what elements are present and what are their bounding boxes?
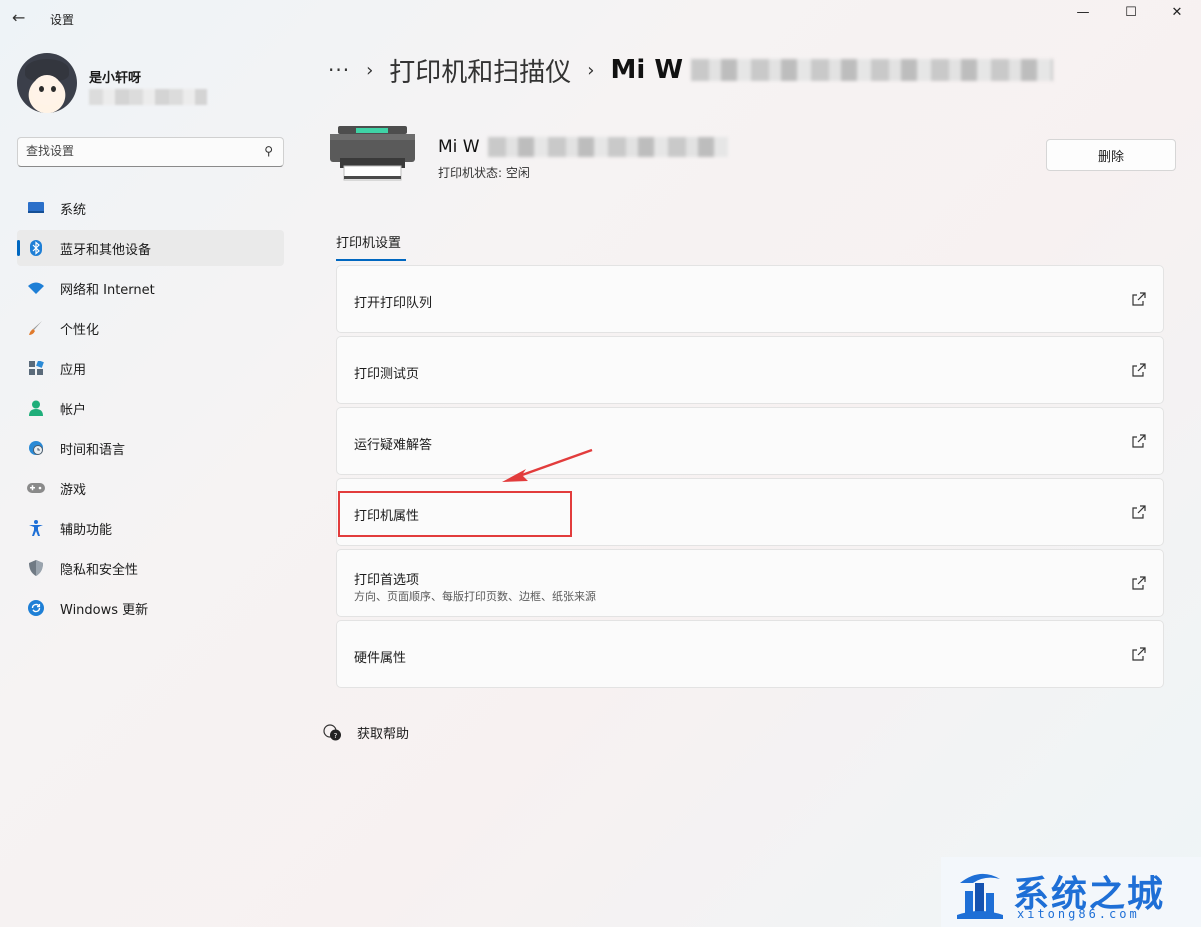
card-title: 打印首选项: [354, 573, 420, 588]
shield-icon: [27, 559, 45, 577]
card-subtitle: 方向、页面顺序、每版打印页数、边框、纸张来源: [354, 590, 596, 603]
card-title: 打开打印队列: [354, 296, 433, 311]
monitor-icon: [27, 199, 45, 217]
sidebar-item-label: 帐户: [60, 402, 87, 418]
person-icon: [27, 399, 45, 417]
app-title: 设置: [50, 13, 75, 27]
close-button[interactable]: ✕: [1154, 2, 1200, 22]
external-link-icon: [1132, 505, 1146, 519]
breadcrumb-printers-scanners[interactable]: 打印机和扫描仪: [389, 52, 571, 89]
section-title-printer-settings: 打印机设置: [336, 236, 402, 251]
sidebar-item-label: 隐私和安全性: [60, 562, 139, 578]
card-title: 硬件属性: [354, 651, 407, 666]
get-help-link[interactable]: ? 获取帮助: [323, 723, 409, 742]
external-link-icon: [1132, 576, 1146, 590]
sidebar-item-accounts[interactable]: 帐户: [17, 390, 284, 426]
watermark: 系统之城 xitong86.com: [941, 857, 1201, 927]
printer-status: 打印机状态: 空闲: [438, 166, 530, 180]
back-arrow-icon[interactable]: ←: [12, 8, 36, 30]
sidebar-item-label: 蓝牙和其他设备: [60, 242, 152, 258]
card-run-troubleshooter[interactable]: 运行疑难解答: [336, 407, 1164, 475]
sidebar-item-privacy-security[interactable]: 隐私和安全性: [17, 550, 284, 586]
card-title: 打印测试页: [354, 367, 420, 382]
title-bar: ← 设置 — ☐ ✕: [0, 0, 1201, 38]
card-open-print-queue[interactable]: 打开打印队列: [336, 265, 1164, 333]
sidebar-item-system[interactable]: 系统: [17, 190, 284, 226]
search-input[interactable]: [26, 144, 246, 158]
sidebar-item-label: 个性化: [60, 322, 100, 338]
breadcrumb-more-button[interactable]: ···: [328, 58, 350, 82]
card-hardware-properties[interactable]: 硬件属性: [336, 620, 1164, 688]
sidebar-item-personalization[interactable]: 个性化: [17, 310, 284, 346]
chevron-right-icon: ›: [366, 59, 374, 81]
clock-globe-icon: [27, 439, 45, 457]
sidebar-item-label: 系统: [60, 202, 87, 218]
help-chat-icon: ?: [323, 723, 341, 740]
sidebar-item-label: 应用: [60, 362, 87, 378]
sidebar-nav: 系统 蓝牙和其他设备 网络和 Internet 个性化 应用 帐户 时间和语言 …: [17, 190, 284, 630]
annotation-highlight-box: [338, 491, 572, 537]
external-link-icon: [1132, 292, 1146, 306]
card-title: 运行疑难解答: [354, 438, 433, 453]
redacted-printer-name: [487, 137, 728, 157]
card-printing-preferences[interactable]: 打印首选项 方向、页面顺序、每版打印页数、边框、纸张来源: [336, 549, 1164, 617]
apps-icon: [27, 359, 45, 377]
gamepad-icon: [27, 479, 45, 497]
chevron-right-icon: ›: [587, 59, 595, 81]
user-email-redacted: [89, 89, 207, 105]
accessibility-icon: [27, 519, 45, 537]
sidebar-item-accessibility[interactable]: 辅助功能: [17, 510, 284, 546]
wifi-icon: [27, 279, 45, 297]
sidebar-item-label: 时间和语言: [60, 442, 126, 458]
sidebar-item-gaming[interactable]: 游戏: [17, 470, 284, 506]
minimize-button[interactable]: —: [1060, 2, 1106, 22]
breadcrumb-current-printer: Mi W: [610, 55, 684, 85]
redacted-printer-name: [691, 59, 1054, 81]
annotation-arrow: [502, 448, 593, 482]
sidebar-item-label: 辅助功能: [60, 522, 113, 538]
sidebar-item-label: 游戏: [60, 482, 87, 498]
delete-button[interactable]: 删除: [1046, 139, 1176, 171]
svg-text:?: ?: [334, 732, 338, 740]
external-link-icon: [1132, 434, 1146, 448]
sidebar-item-windows-update[interactable]: Windows 更新: [17, 590, 284, 626]
watermark-logo: [957, 873, 1003, 919]
sidebar-item-label: Windows 更新: [60, 602, 149, 618]
breadcrumb: ··· › 打印机和扫描仪 › Mi W: [328, 50, 1054, 90]
sidebar-item-bluetooth-devices[interactable]: 蓝牙和其他设备: [17, 230, 284, 266]
sidebar-item-label: 网络和 Internet: [60, 282, 155, 298]
sidebar-item-apps[interactable]: 应用: [17, 350, 284, 386]
card-print-test-page[interactable]: 打印测试页: [336, 336, 1164, 404]
sidebar-item-network[interactable]: 网络和 Internet: [17, 270, 284, 306]
update-icon: [27, 599, 45, 617]
sidebar-item-time-language[interactable]: 时间和语言: [17, 430, 284, 466]
get-help-label: 获取帮助: [357, 727, 410, 742]
watermark-url: xitong86.com: [1017, 907, 1140, 921]
section-underline: [336, 259, 406, 261]
printer-icon: [330, 126, 415, 182]
external-link-icon: [1132, 647, 1146, 661]
printer-name: Mi W: [438, 137, 728, 157]
maximize-button[interactable]: ☐: [1108, 2, 1154, 22]
search-icon[interactable]: ⚲: [264, 144, 273, 158]
brush-icon: [27, 319, 45, 337]
user-name: 是小轩呀: [89, 71, 142, 86]
external-link-icon: [1132, 363, 1146, 377]
bluetooth-icon: [27, 239, 45, 257]
avatar[interactable]: [17, 53, 77, 113]
search-box[interactable]: ⚲: [17, 137, 284, 167]
